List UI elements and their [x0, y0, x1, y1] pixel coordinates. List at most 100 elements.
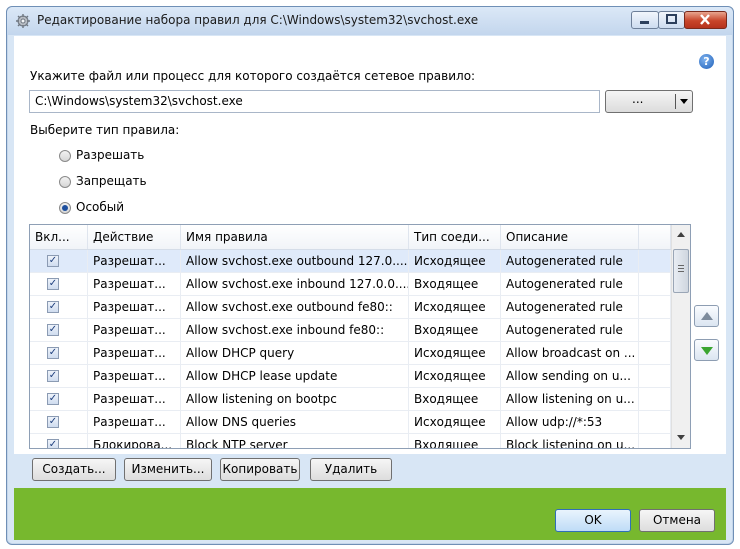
enabled-cell: ✓ [30, 319, 88, 341]
close-button[interactable] [684, 11, 727, 29]
cell-name: Allow DHCP lease update [181, 365, 409, 387]
column-header-enabled[interactable]: Вкл... [30, 225, 88, 249]
arrow-down-icon [701, 347, 713, 355]
cell-name: Allow listening on bootpc [181, 388, 409, 410]
enabled-cell: ✓ [30, 434, 88, 448]
help-icon[interactable]: ? [699, 54, 714, 69]
file-path-field[interactable]: C:\Windows\system32\svchost.exe [29, 90, 600, 113]
ok-button[interactable]: OK [555, 509, 631, 532]
cell-action: Блокирова... [88, 434, 181, 448]
edit-button[interactable]: Изменить... [124, 458, 212, 481]
radio-button-icon[interactable] [59, 202, 71, 214]
cell-type: Входящее [409, 319, 501, 341]
cell-name: Allow DHCP query [181, 342, 409, 364]
table-row[interactable]: ✓ Разрешат... Allow DHCP query Исходящее All… [30, 342, 671, 365]
browse-divider [675, 94, 676, 109]
enabled-cell: ✓ [30, 296, 88, 318]
cell-name: Block NTP server [181, 434, 409, 448]
cell-empty [639, 342, 671, 364]
minimize-button[interactable] [631, 11, 659, 29]
cell-empty [639, 434, 671, 448]
radio-button-icon[interactable] [59, 150, 71, 162]
cell-action: Разрешат... [88, 411, 181, 433]
enabled-checkbox[interactable]: ✓ [47, 347, 59, 359]
rule-type-label: Выберите тип правила: [30, 123, 180, 137]
cell-empty [639, 388, 671, 410]
maximize-button[interactable] [658, 11, 685, 29]
cell-empty [639, 250, 671, 272]
cell-empty [639, 273, 671, 295]
table-row[interactable]: ✓ Разрешат... Allow svchost.exe outbound f… [30, 296, 671, 319]
file-prompt-label: Укажите файл или процесс для которого со… [30, 69, 476, 83]
cancel-button[interactable]: Отмена [639, 509, 715, 532]
table-row[interactable]: ✓ Блокирова... Block NTP server Входящее Blo… [30, 434, 671, 448]
cell-type: Входящее [409, 388, 501, 410]
enabled-checkbox[interactable]: ✓ [47, 370, 59, 382]
create-button[interactable]: Создать... [32, 458, 116, 481]
cell-name: Allow DNS queries [181, 411, 409, 433]
enabled-cell: ✓ [30, 342, 88, 364]
cell-description: Autogenerated rule [501, 319, 639, 341]
radio-allow-label: Разрешать [76, 148, 145, 162]
radio-button-icon[interactable] [59, 176, 71, 188]
rules-table: Вкл... Действие Имя правила Тип соеди...… [29, 224, 691, 449]
enabled-checkbox[interactable]: ✓ [47, 324, 59, 336]
table-row[interactable]: ✓ Разрешат... Allow DNS queries Исходящее Al… [30, 411, 671, 434]
browse-label: ... [632, 92, 644, 106]
cell-empty [639, 319, 671, 341]
title-bar[interactable]: Редактирование набора правил для C:\Wind… [7, 7, 733, 35]
cell-type: Входящее [409, 434, 501, 448]
copy-button[interactable]: Копировать [220, 458, 300, 481]
column-header-rule-name[interactable]: Имя правила [181, 225, 409, 249]
cell-description: Allow listening on u... [501, 388, 639, 410]
gear-icon [16, 14, 30, 28]
cell-action: Разрешат... [88, 273, 181, 295]
close-icon [700, 14, 710, 25]
cell-type: Исходящее [409, 342, 501, 364]
enabled-cell: ✓ [30, 250, 88, 272]
enabled-checkbox[interactable]: ✓ [47, 393, 59, 405]
cell-empty [639, 296, 671, 318]
browse-button[interactable]: ... [605, 90, 693, 113]
minimize-icon [640, 21, 649, 24]
enabled-checkbox[interactable]: ✓ [47, 278, 59, 290]
enabled-checkbox[interactable]: ✓ [47, 301, 59, 313]
cell-description: Block listening on u... [501, 434, 639, 448]
delete-button[interactable]: Удалить [310, 458, 392, 481]
enabled-checkbox[interactable]: ✓ [47, 255, 59, 267]
table-row[interactable]: ✓ Разрешат... Allow DHCP lease update Исход… [30, 365, 671, 388]
cell-type: Исходящее [409, 296, 501, 318]
column-header-description[interactable]: Описание [501, 225, 639, 249]
cell-name: Allow svchost.exe outbound fe80:: [181, 296, 409, 318]
cell-name: Allow svchost.exe outbound 127.0.... [181, 250, 409, 272]
column-header-action[interactable]: Действие [88, 225, 181, 249]
cell-description: Allow broadcast on ... [501, 342, 639, 364]
column-header-connection-type[interactable]: Тип соеди... [409, 225, 501, 249]
radio-custom-label: Особый [76, 200, 125, 214]
cell-description: Autogenerated rule [501, 296, 639, 318]
table-row[interactable]: ✓ Разрешат... Allow listening on bootpc Вхо… [30, 388, 671, 411]
table-row[interactable]: ✓ Разрешат... Allow svchost.exe inbound fe… [30, 319, 671, 342]
cell-type: Исходящее [409, 365, 501, 387]
cell-empty [639, 411, 671, 433]
enabled-checkbox[interactable]: ✓ [47, 439, 59, 448]
cell-description: Allow sending on u... [501, 365, 639, 387]
chevron-down-icon[interactable] [680, 99, 688, 104]
cell-type: Входящее [409, 273, 501, 295]
scroll-down-icon[interactable] [677, 435, 685, 440]
scroll-up-icon[interactable] [677, 232, 685, 237]
cell-type: Исходящее [409, 250, 501, 272]
cell-action: Разрешат... [88, 319, 181, 341]
maximize-icon [666, 14, 677, 24]
table-row[interactable]: ✓ Разрешат... Allow svchost.exe outbound 1… [30, 250, 671, 273]
move-down-button[interactable] [694, 339, 719, 361]
arrow-up-icon [701, 312, 713, 320]
column-header-empty [639, 225, 671, 249]
move-up-button[interactable] [694, 305, 719, 327]
cell-action: Разрешат... [88, 388, 181, 410]
scroll-thumb[interactable] [673, 249, 689, 293]
table-row[interactable]: ✓ Разрешат... Allow svchost.exe inbound 12… [30, 273, 671, 296]
enabled-checkbox[interactable]: ✓ [47, 416, 59, 428]
cell-description: Allow udp://*:53 [501, 411, 639, 433]
vertical-scrollbar[interactable] [671, 225, 690, 448]
